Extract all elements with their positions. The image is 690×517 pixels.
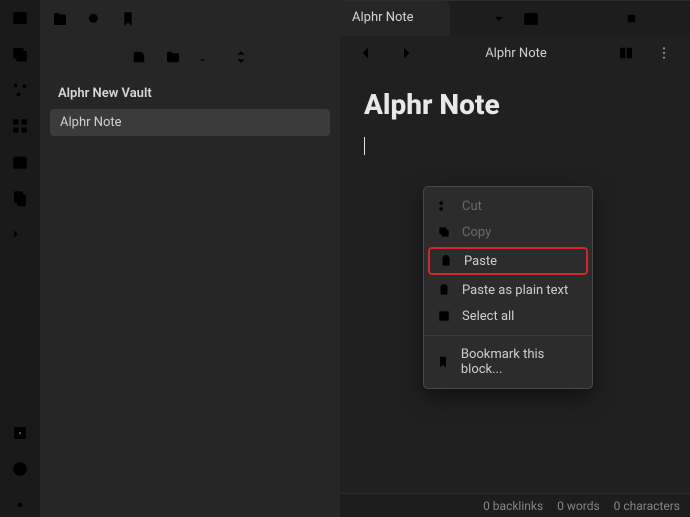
menu-paste[interactable]: Paste bbox=[428, 247, 588, 275]
files-tab-icon[interactable] bbox=[46, 5, 74, 33]
new-folder-icon[interactable] bbox=[163, 47, 183, 67]
bookmarks-tab-icon[interactable] bbox=[114, 5, 142, 33]
file-sidebar: Alphr New Vault Alphr Note bbox=[40, 0, 340, 517]
sidebar-tabs bbox=[40, 0, 340, 38]
menu-divider bbox=[424, 335, 592, 336]
menu-copy: Copy bbox=[424, 219, 592, 245]
reading-mode-icon[interactable] bbox=[614, 41, 638, 65]
right-sidebar-icon[interactable] bbox=[520, 8, 542, 30]
menu-select-all[interactable]: Select all bbox=[424, 303, 592, 329]
menu-cut-label: Cut bbox=[462, 199, 482, 214]
select-all-icon bbox=[436, 308, 452, 324]
document-title[interactable]: Alphr Note bbox=[364, 88, 666, 121]
context-menu: Cut Copy Paste Paste as plain text Selec… bbox=[423, 186, 593, 389]
menu-copy-label: Copy bbox=[462, 225, 491, 240]
vault-list: Alphr New Vault Alphr Note bbox=[40, 80, 340, 136]
daily-note-icon[interactable] bbox=[8, 150, 32, 174]
tab-active[interactable]: Alphr Note bbox=[340, 1, 450, 36]
more-icon[interactable] bbox=[652, 41, 676, 65]
file-item[interactable]: Alphr Note bbox=[50, 109, 330, 136]
scissors-icon bbox=[436, 198, 452, 214]
sort-icon[interactable] bbox=[197, 47, 217, 67]
minimize-icon[interactable] bbox=[588, 12, 602, 26]
menu-paste-label: Paste bbox=[464, 254, 497, 269]
templates-icon[interactable] bbox=[8, 186, 32, 210]
menu-paste-plain-label: Paste as plain text bbox=[462, 283, 568, 298]
command-icon[interactable] bbox=[8, 222, 32, 246]
editor-line[interactable] bbox=[364, 135, 666, 157]
tab-actions bbox=[456, 1, 690, 36]
menu-cut: Cut bbox=[424, 193, 592, 219]
tab-label: Alphr Note bbox=[352, 10, 414, 25]
vault-title[interactable]: Alphr New Vault bbox=[50, 80, 330, 107]
settings-icon[interactable] bbox=[8, 493, 32, 517]
status-words[interactable]: 0 words bbox=[557, 499, 600, 513]
subbar: Alphr Note bbox=[340, 36, 690, 70]
search-tab-icon[interactable] bbox=[80, 5, 108, 33]
menu-bookmark-label: Bookmark this block... bbox=[461, 347, 580, 377]
text-caret bbox=[364, 137, 365, 155]
sidebar-toggle-icon[interactable] bbox=[8, 6, 32, 30]
canvas-icon[interactable] bbox=[8, 114, 32, 138]
activity-bar bbox=[0, 0, 40, 517]
bookmark-icon bbox=[436, 354, 451, 370]
nav-forward-icon[interactable] bbox=[394, 41, 418, 65]
nav-back-icon[interactable] bbox=[354, 41, 378, 65]
maximize-icon[interactable] bbox=[624, 12, 638, 26]
clipboard-text-icon bbox=[436, 282, 452, 298]
quick-switcher-icon[interactable] bbox=[8, 42, 32, 66]
menu-bookmark[interactable]: Bookmark this block... bbox=[424, 342, 592, 382]
tab-close-icon[interactable] bbox=[422, 10, 438, 26]
copy-icon bbox=[436, 224, 452, 240]
new-note-icon[interactable] bbox=[129, 47, 149, 67]
menu-paste-plain[interactable]: Paste as plain text bbox=[424, 277, 592, 303]
status-chars[interactable]: 0 characters bbox=[614, 499, 680, 513]
new-tab-icon[interactable] bbox=[456, 8, 478, 30]
sidebar-tools bbox=[40, 42, 340, 72]
window-controls bbox=[572, 12, 690, 26]
menu-select-all-label: Select all bbox=[462, 309, 514, 324]
vault-icon[interactable] bbox=[8, 421, 32, 445]
collapse-icon[interactable] bbox=[231, 47, 251, 67]
status-backlinks[interactable]: 0 backlinks bbox=[483, 499, 543, 513]
help-icon[interactable] bbox=[8, 457, 32, 481]
tab-row: Alphr Note bbox=[340, 0, 690, 36]
window-close-icon[interactable] bbox=[660, 12, 674, 26]
graph-icon[interactable] bbox=[8, 78, 32, 102]
app-root: Alphr New Vault Alphr Note Alphr Note bbox=[0, 0, 690, 517]
tab-dropdown-icon[interactable] bbox=[488, 8, 510, 30]
clipboard-icon bbox=[438, 253, 454, 269]
status-bar: 0 backlinks 0 words 0 characters bbox=[340, 493, 690, 517]
breadcrumb-title[interactable]: Alphr Note bbox=[418, 46, 614, 61]
